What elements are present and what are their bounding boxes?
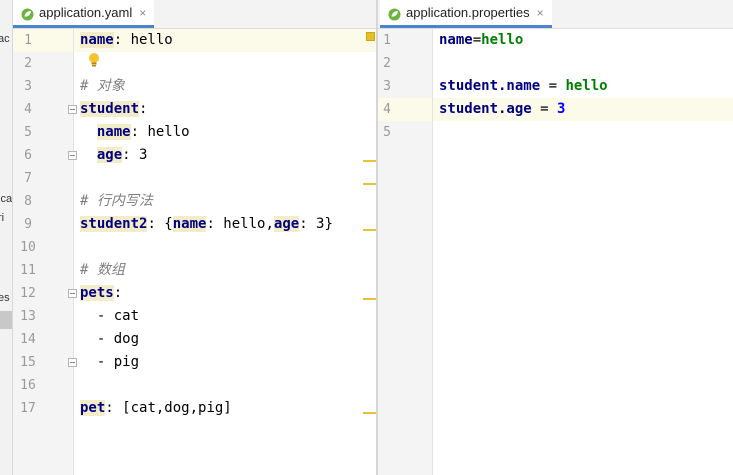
line-number: 13 xyxy=(20,309,36,324)
code-line-4: student: xyxy=(80,101,148,117)
line-number: 2 xyxy=(24,56,32,71)
line-number: 1 xyxy=(383,33,391,48)
code-line-3: student.name = hello xyxy=(439,78,608,94)
property-value: hello xyxy=(481,32,524,48)
line-number: 11 xyxy=(20,263,36,278)
code-line-1: name: hello xyxy=(80,32,173,48)
line-number: 7 xyxy=(24,171,32,186)
line-number: 5 xyxy=(383,125,391,140)
code-line-9: student2: {name: hello,age: 3} xyxy=(80,216,333,232)
scroll-marker[interactable] xyxy=(363,412,377,414)
scroll-marker[interactable] xyxy=(363,229,377,231)
gutter: 1 2 3 4 5 xyxy=(378,29,433,475)
spring-leaf-icon xyxy=(388,6,401,21)
line-number: 15 xyxy=(20,355,36,370)
code-line-17: pet: [cat,dog,pig] xyxy=(80,400,232,416)
line-number: 5 xyxy=(24,125,32,140)
scroll-marker[interactable] xyxy=(363,183,377,185)
tab-application-yaml[interactable]: application.yaml × xyxy=(13,0,155,28)
line-number: 12 xyxy=(20,286,36,301)
yaml-key: name xyxy=(172,216,207,232)
property-key: student.age xyxy=(439,101,532,117)
code-line-12: pets: xyxy=(80,285,123,301)
inspection-status-icon[interactable] xyxy=(366,32,375,41)
project-panel-edge: ac ica ri es xyxy=(0,0,13,475)
gutter: 1 2 3 4 5 6 7 8 9 10 11 12 13 14 15 16 1… xyxy=(13,29,77,475)
scroll-marker[interactable] xyxy=(363,160,377,162)
yaml-key: student2 xyxy=(80,216,148,232)
properties-editor-pane: application.properties × 1 2 3 4 5 name=… xyxy=(378,0,733,475)
yaml-key: age xyxy=(96,147,123,163)
yaml-editor-pane: application.yaml × 1 2 3 4 5 6 7 8 9 10 … xyxy=(13,0,377,475)
close-icon[interactable]: × xyxy=(139,6,146,20)
line-number: 17 xyxy=(20,401,36,416)
code-line-4: student.age = 3 xyxy=(439,101,566,117)
line-number: 4 xyxy=(383,102,391,117)
line-number: 3 xyxy=(383,79,391,94)
code-line-6: age: 3 xyxy=(96,147,148,163)
code-comment: # 行内写法 xyxy=(80,193,153,209)
scroll-marker[interactable] xyxy=(363,298,377,300)
line-number: 6 xyxy=(24,148,32,163)
yaml-key: student xyxy=(80,101,140,117)
line-number: 10 xyxy=(20,240,36,255)
panel-fragment: es xyxy=(0,292,10,304)
tab-title: application.yaml xyxy=(39,5,133,20)
code-comment: # 数组 xyxy=(80,262,125,278)
tab-bar: application.yaml × xyxy=(13,0,377,29)
tab-title: application.properties xyxy=(406,5,530,20)
line-number: 8 xyxy=(24,194,32,209)
yaml-key: name xyxy=(80,32,114,48)
panel-fragment: ri xyxy=(0,212,5,224)
property-key: student.name xyxy=(439,78,541,94)
line-number: 1 xyxy=(24,33,32,48)
close-icon[interactable]: × xyxy=(537,6,544,20)
line-number: 2 xyxy=(383,56,391,71)
tab-bar: application.properties × xyxy=(378,0,733,29)
line-number: 4 xyxy=(24,102,32,117)
spring-leaf-icon xyxy=(21,6,34,21)
panel-fragment: ica xyxy=(0,193,13,205)
yaml-key: pets xyxy=(80,285,114,301)
panel-fragment: ac xyxy=(0,33,10,45)
properties-code-area[interactable]: name=hello student.name = hello student.… xyxy=(433,29,733,475)
code-list-item: - pig xyxy=(80,354,140,370)
code-line-5: name: hello xyxy=(96,124,190,140)
lightbulb-icon[interactable] xyxy=(88,52,100,68)
yaml-key: age xyxy=(273,216,300,232)
line-number: 16 xyxy=(20,378,36,393)
line-number: 3 xyxy=(24,79,32,94)
code-comment: # 对象 xyxy=(80,78,125,94)
code-line-1: name=hello xyxy=(439,32,524,48)
panel-selection xyxy=(0,311,12,329)
property-key: name xyxy=(439,32,473,48)
yaml-key: name xyxy=(96,124,131,140)
yaml-key: pet xyxy=(80,400,106,416)
yaml-code-area[interactable]: name: hello # 对象 student: name: hello ag… xyxy=(74,29,377,475)
line-number: 9 xyxy=(24,217,32,232)
property-value: 3 xyxy=(557,101,566,117)
property-value: hello xyxy=(565,78,608,94)
tab-application-properties[interactable]: application.properties × xyxy=(380,0,552,28)
code-list-item: - dog xyxy=(80,331,140,347)
line-number: 14 xyxy=(20,332,36,347)
code-list-item: - cat xyxy=(80,308,140,324)
